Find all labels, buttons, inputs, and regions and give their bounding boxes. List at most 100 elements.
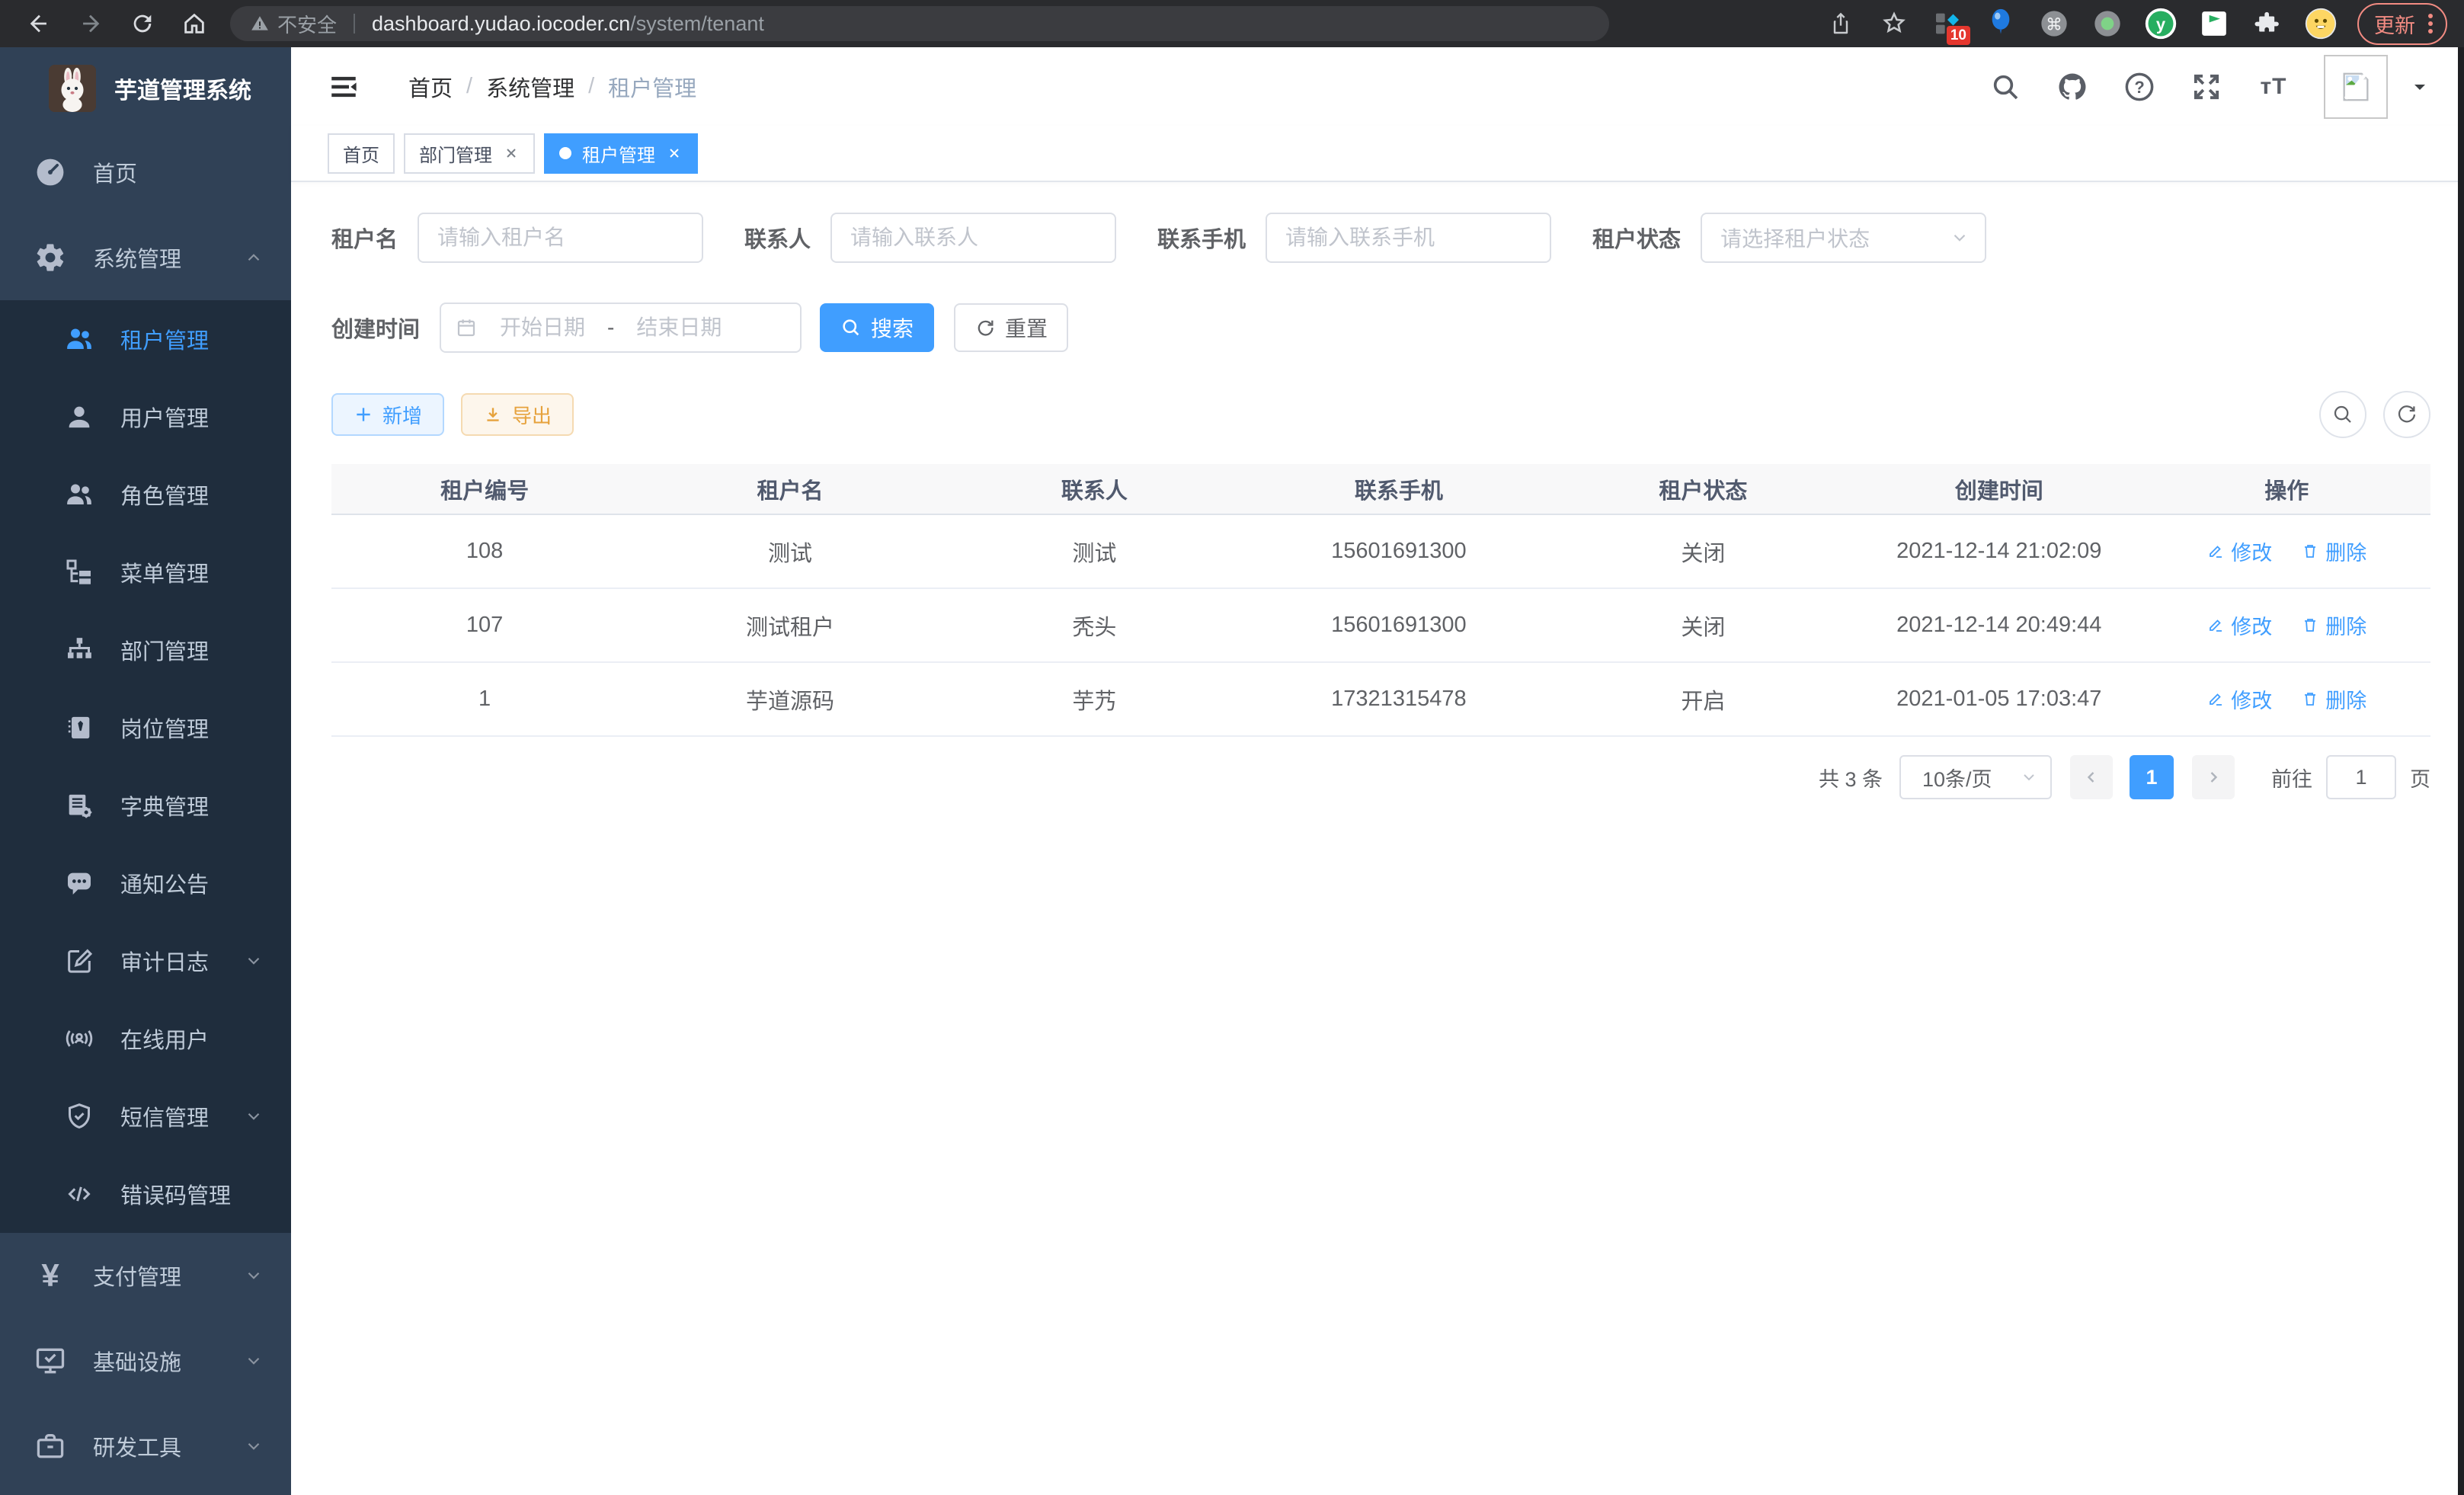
goto-page-input[interactable] xyxy=(2326,755,2396,799)
sidebar-item-notice[interactable]: 通知公告 xyxy=(0,844,291,922)
col-status: 租户状态 xyxy=(1551,464,1855,514)
window-scrollbar[interactable] xyxy=(2458,47,2464,1495)
help-icon[interactable]: ? xyxy=(2123,70,2156,104)
status-value: 开启 xyxy=(1551,662,1855,736)
browser-home-icon[interactable] xyxy=(172,6,216,41)
sidebar-item-label: 字典管理 xyxy=(120,789,209,821)
sidebar-item-dept[interactable]: 部门管理 xyxy=(0,611,291,689)
sidebar-item-audit-log[interactable]: 审计日志 xyxy=(0,922,291,1000)
close-icon[interactable] xyxy=(503,145,520,162)
menu-tree-icon xyxy=(64,557,94,587)
tab-dept[interactable]: 部门管理 xyxy=(404,133,535,174)
sidebar-item-payment[interactable]: ¥ 支付管理 xyxy=(0,1233,291,1318)
user-avatar[interactable] xyxy=(2324,55,2388,119)
date-range-picker[interactable]: - xyxy=(440,303,802,353)
tenant-name-input[interactable] xyxy=(418,213,703,263)
extension-balloon-icon[interactable] xyxy=(1984,7,2018,40)
tab-home[interactable]: 首页 xyxy=(328,133,395,174)
url-bar[interactable]: 不安全 dashboard.yudao.iocoder.cn/system/te… xyxy=(230,6,1609,41)
table-row[interactable]: 108 测试 测试 15601691300 关闭 2021-12-14 21:0… xyxy=(331,514,2430,588)
date-end-input[interactable] xyxy=(622,315,736,340)
profile-avatar-icon[interactable] xyxy=(2304,7,2338,40)
table-row[interactable]: 107 测试租户 秃头 15601691300 关闭 2021-12-14 20… xyxy=(331,588,2430,662)
chevron-right-icon xyxy=(2204,768,2222,786)
extension-y-icon[interactable]: y xyxy=(2144,7,2178,40)
filter-row-2: 创建时间 - 搜索 重置 xyxy=(331,303,2430,353)
show-search-toggle-icon[interactable] xyxy=(2319,391,2366,438)
url-text[interactable]: dashboard.yudao.iocoder.cn/system/tenant xyxy=(372,12,764,36)
sidebar-item-sms[interactable]: 短信管理 xyxy=(0,1077,291,1155)
fullscreen-icon[interactable] xyxy=(2190,70,2223,104)
caret-down-icon[interactable] xyxy=(2411,78,2429,96)
tenant-page-content: 租户名 联系人 联系手机 租户状态 请选择租户状态 xyxy=(291,182,2464,1495)
sidebar-item-error-code[interactable]: 错误码管理 xyxy=(0,1155,291,1233)
sidebar-item-label: 短信管理 xyxy=(120,1100,209,1132)
tab-tenant[interactable]: 租户管理 xyxy=(544,133,698,174)
github-icon[interactable] xyxy=(2056,70,2089,104)
sidebar-item-home[interactable]: 首页 xyxy=(0,130,291,215)
created-label: 创建时间 xyxy=(331,312,420,344)
gear-icon xyxy=(34,241,67,274)
export-button[interactable]: 导出 xyxy=(461,393,574,436)
extension-flag-icon[interactable] xyxy=(2197,7,2231,40)
pagination: 共 3 条 10条/页 1 前往 页 xyxy=(331,755,2430,799)
browser-forward-icon[interactable] xyxy=(69,6,113,41)
bookmark-star-icon[interactable] xyxy=(1877,7,1911,40)
chevron-up-icon xyxy=(244,248,264,267)
phone-input[interactable] xyxy=(1266,213,1551,263)
plus-icon xyxy=(354,405,373,424)
extension-recorder-icon[interactable] xyxy=(2091,7,2124,40)
chevron-down-icon xyxy=(244,1436,264,1456)
search-button[interactable]: 搜索 xyxy=(820,303,934,352)
contact-input[interactable] xyxy=(830,213,1116,263)
reset-button[interactable]: 重置 xyxy=(954,303,1068,352)
extensions-puzzle-icon[interactable] xyxy=(2251,7,2284,40)
sidebar-collapse-icon[interactable] xyxy=(328,70,361,104)
sidebar-item-user[interactable]: 用户管理 xyxy=(0,378,291,456)
share-icon[interactable] xyxy=(1824,7,1858,40)
active-tab-dot xyxy=(559,147,571,159)
sidebar-item-menu-mgmt[interactable]: 菜单管理 xyxy=(0,533,291,611)
next-page-button[interactable] xyxy=(2192,755,2235,799)
prev-page-button[interactable] xyxy=(2070,755,2113,799)
extension-command-icon[interactable]: ⌘ xyxy=(2037,7,2071,40)
delete-link[interactable]: 删除 xyxy=(2301,536,2366,566)
sidebar-item-online-user[interactable]: 在线用户 xyxy=(0,1000,291,1077)
col-tenant-id: 租户编号 xyxy=(331,464,638,514)
sidebar-item-dict[interactable]: 字典管理 xyxy=(0,767,291,844)
sidebar-item-infrastructure[interactable]: 基础设施 xyxy=(0,1318,291,1404)
page-number-1[interactable]: 1 xyxy=(2130,755,2174,799)
browser-back-icon[interactable] xyxy=(17,6,61,41)
add-button[interactable]: 新增 xyxy=(331,393,444,436)
table-row[interactable]: 1 芋道源码 芋艿 17321315478 开启 2021-01-05 17:0… xyxy=(331,662,2430,736)
main-area: 首页 / 系统管理 / 租户管理 ? xyxy=(291,47,2464,1495)
delete-link[interactable]: 删除 xyxy=(2301,610,2366,640)
svg-text:y: y xyxy=(2156,14,2166,34)
chevron-down-icon xyxy=(244,1106,264,1126)
search-icon[interactable] xyxy=(1989,70,2022,104)
edit-pen-icon xyxy=(2206,690,2225,708)
security-warning[interactable]: 不安全 xyxy=(250,10,337,38)
font-size-icon[interactable]: ᴛT xyxy=(2257,70,2290,104)
page-size-select[interactable]: 10条/页 xyxy=(1899,755,2052,799)
app-logo-row[interactable]: 芋道管理系统 xyxy=(0,47,291,130)
browser-update-button[interactable]: 更新 xyxy=(2357,3,2447,45)
sidebar-item-tenant[interactable]: 租户管理 xyxy=(0,300,291,378)
breadcrumb-system[interactable]: 系统管理 xyxy=(486,71,574,103)
sidebar-item-post[interactable]: 岗位管理 xyxy=(0,689,291,767)
tenant-status-select[interactable]: 请选择租户状态 xyxy=(1701,213,1986,263)
date-start-input[interactable] xyxy=(485,315,600,340)
delete-link[interactable]: 删除 xyxy=(2301,684,2366,714)
edit-link[interactable]: 修改 xyxy=(2206,684,2272,714)
sidebar-item-dev-tools[interactable]: 研发工具 xyxy=(0,1404,291,1489)
extension-tag-manager-icon[interactable]: 10 xyxy=(1931,7,1964,40)
col-tenant-name: 租户名 xyxy=(638,464,942,514)
breadcrumb-home[interactable]: 首页 xyxy=(408,71,453,103)
sidebar-item-role[interactable]: 角色管理 xyxy=(0,456,291,533)
sidebar-item-system[interactable]: 系统管理 xyxy=(0,215,291,300)
edit-link[interactable]: 修改 xyxy=(2206,610,2272,640)
edit-link[interactable]: 修改 xyxy=(2206,536,2272,566)
refresh-table-icon[interactable] xyxy=(2383,391,2430,438)
browser-reload-icon[interactable] xyxy=(120,6,165,41)
close-icon[interactable] xyxy=(666,145,683,162)
